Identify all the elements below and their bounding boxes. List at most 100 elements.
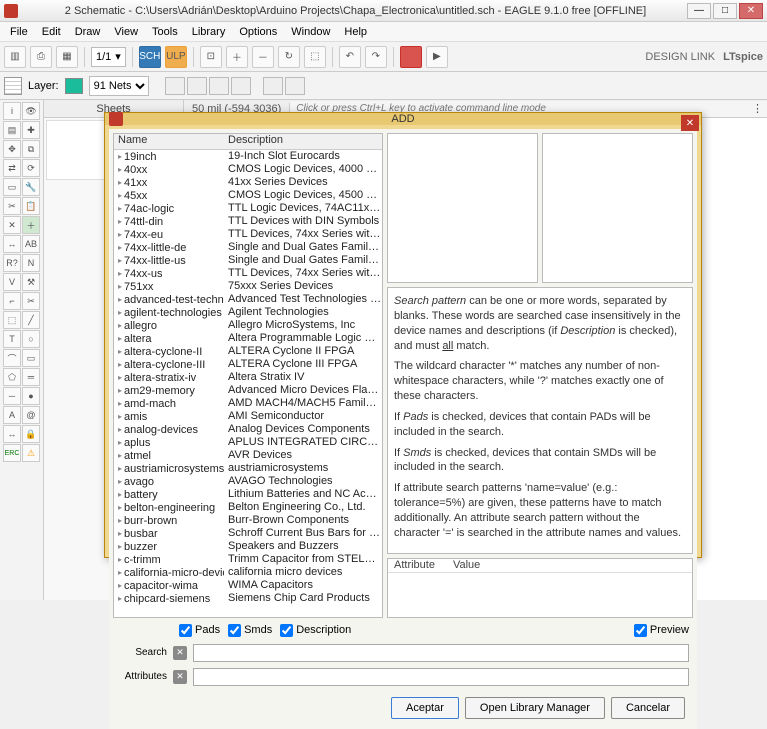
view-mode-1[interactable] [165,77,185,95]
tool-text-icon[interactable]: T [3,330,21,348]
tool-attribute-icon[interactable]: @ [22,406,40,424]
tool-gateswap-icon[interactable]: AB [22,235,40,253]
undo-icon[interactable]: ↶ [339,46,361,68]
menu-view[interactable]: View [108,24,144,40]
open-icon[interactable]: ▥ [4,46,26,68]
tool-paste-icon[interactable]: 📋 [22,197,40,215]
column-header-description[interactable]: Description [224,134,382,149]
tool-bus-icon[interactable]: ═ [22,368,40,386]
tool-delete-icon[interactable]: ✕ [3,216,21,234]
library-row[interactable]: ▸altera-stratix-ivAltera Stratix IV [114,371,382,384]
tool-label-icon[interactable]: A [3,406,21,424]
library-row[interactable]: ▸74xx-euTTL Devices, 74xx Series with Eu… [114,228,382,241]
tool-change-icon[interactable]: 🔧 [22,178,40,196]
menu-library[interactable]: Library [186,24,232,40]
tool-polygon-icon[interactable]: ⬠ [3,368,21,386]
library-row[interactable]: ▸allegroAllegro MicroSystems, Inc [114,319,382,332]
view-mode-3[interactable] [209,77,229,95]
grid-icon[interactable] [4,77,22,95]
library-row[interactable]: ▸batteryLithium Batteries and NC Accus [114,488,382,501]
minimize-button[interactable]: — [687,3,711,19]
library-row[interactable]: ▸amd-machAMD MACH4/MACH5 Family (Vantis) [114,397,382,410]
menu-edit[interactable]: Edit [36,24,67,40]
library-row[interactable]: ▸74xx-little-deSingle and Dual Gates Fam… [114,241,382,254]
library-row[interactable]: ▸74ac-logicTTL Logic Devices, 74AC11xx a… [114,202,382,215]
library-row[interactable]: ▸burr-brownBurr-Brown Components [114,514,382,527]
column-header-name[interactable]: Name [114,134,224,149]
clear-attributes-button[interactable]: ✕ [173,670,187,684]
view-mode-6[interactable] [285,77,305,95]
library-row[interactable]: ▸busbarSchroff Current Bus Bars for 19-I… [114,527,382,540]
tool-rect-icon[interactable]: ▭ [22,349,40,367]
description-checkbox[interactable]: Description [280,624,351,637]
library-row[interactable]: ▸751xx75xxx Series Devices [114,280,382,293]
library-row[interactable]: ▸altera-cyclone-IIIALTERA Cyclone III FP… [114,358,382,371]
tool-lock-icon[interactable]: 🔒 [22,425,40,443]
tool-arc-icon[interactable]: ⌒ [3,349,21,367]
ulp-icon[interactable]: ULP [165,46,187,68]
library-row[interactable]: ▸74xx-usTTL Devices, 74xx Series with US… [114,267,382,280]
menu-help[interactable]: Help [338,24,373,40]
library-row[interactable]: ▸advanced-test-technologiesAdvanced Test… [114,293,382,306]
library-row[interactable]: ▸c-trimmTrimm Capacitor from STELCO GmbH [114,553,382,566]
window-close-button[interactable]: ✕ [739,3,763,19]
menu-file[interactable]: File [4,24,34,40]
library-row[interactable]: ▸am29-memoryAdvanced Micro Devices Flash… [114,384,382,397]
library-row[interactable]: ▸19inch19-Inch Slot Eurocards [114,150,382,163]
library-row[interactable]: ▸california-micro-devicescalifornia micr… [114,566,382,579]
library-row[interactable]: ▸belton-engineeringBelton Engineering Co… [114,501,382,514]
menu-tools[interactable]: Tools [146,24,184,40]
tool-split-icon[interactable]: ✂ [22,292,40,310]
ok-button[interactable]: Aceptar [391,697,459,719]
library-row[interactable]: ▸74ttl-dinTTL Devices with DIN Symbols [114,215,382,228]
zoom-combo[interactable]: 1/1▾ [91,47,126,67]
stop-icon[interactable] [400,46,422,68]
print-icon[interactable]: ⎙ [30,46,52,68]
tool-mirror-icon[interactable]: ⇄ [3,159,21,177]
menu-draw[interactable]: Draw [69,24,107,40]
view-mode-2[interactable] [187,77,207,95]
tool-show-icon[interactable]: 👁 [22,102,40,120]
menu-options[interactable]: Options [233,24,283,40]
library-row[interactable]: ▸analog-devicesAnalog Devices Components [114,423,382,436]
tool-errors-icon[interactable]: ⚠ [22,444,40,462]
library-row[interactable]: ▸45xxCMOS Logic Devices, 4500 Series [114,189,382,202]
cam-icon[interactable]: ▦ [56,46,78,68]
sheets-menu-icon[interactable]: ⋮ [752,102,763,115]
tool-display-icon[interactable]: ▤ [3,121,21,139]
tool-cut-icon[interactable]: ✂ [3,197,21,215]
tool-wire-icon[interactable]: ╱ [22,311,40,329]
tool-invoke-icon[interactable]: ⬚ [3,311,21,329]
zoom-in-icon[interactable]: ＋ [226,46,248,68]
library-row[interactable]: ▸40xxCMOS Logic Devices, 4000 Series [114,163,382,176]
tool-miter-icon[interactable]: ⌐ [3,292,21,310]
library-row[interactable]: ▸capacitor-wimaWIMA Capacitors [114,579,382,592]
library-row[interactable]: ▸aplusAPLUS INTEGRATED CIRCUITS INC. [114,436,382,449]
tool-name-icon[interactable]: N [22,254,40,272]
dialog-close-button[interactable]: ✕ [681,115,699,131]
tool-dimension-icon[interactable]: ↔ [3,425,21,443]
tool-erc-icon[interactable]: ERC [3,444,21,462]
open-library-manager-button[interactable]: Open Library Manager [465,697,605,719]
library-row[interactable]: ▸74xx-little-usSingle and Dual Gates Fam… [114,254,382,267]
tool-add-icon[interactable]: ＋ [22,216,40,234]
tool-copy-icon[interactable]: ⧉ [22,140,40,158]
tool-replace-icon[interactable]: R? [3,254,21,272]
library-list[interactable]: ▸19inch19-Inch Slot Eurocards▸40xxCMOS L… [114,150,382,617]
view-mode-5[interactable] [263,77,283,95]
zoom-out-icon[interactable]: － [252,46,274,68]
library-row[interactable]: ▸agilent-technologiesAgilent Technologie… [114,306,382,319]
board-icon[interactable]: SCH [139,46,161,68]
library-row[interactable]: ▸amisAMI Semiconductor [114,410,382,423]
go-icon[interactable]: ▶ [426,46,448,68]
search-combo[interactable] [193,644,689,662]
maximize-button[interactable]: □ [713,3,737,19]
tool-value-icon[interactable]: V [3,273,21,291]
cancel-button[interactable]: Cancelar [611,697,685,719]
smds-checkbox[interactable]: Smds [228,624,272,637]
zoom-fit-icon[interactable]: ⊡ [200,46,222,68]
library-row[interactable]: ▸altera-cyclone-IIALTERA Cyclone II FPGA [114,345,382,358]
zoom-select-icon[interactable]: ⬚ [304,46,326,68]
layer-color-swatch[interactable] [65,78,83,94]
clear-search-button[interactable]: ✕ [173,646,187,660]
